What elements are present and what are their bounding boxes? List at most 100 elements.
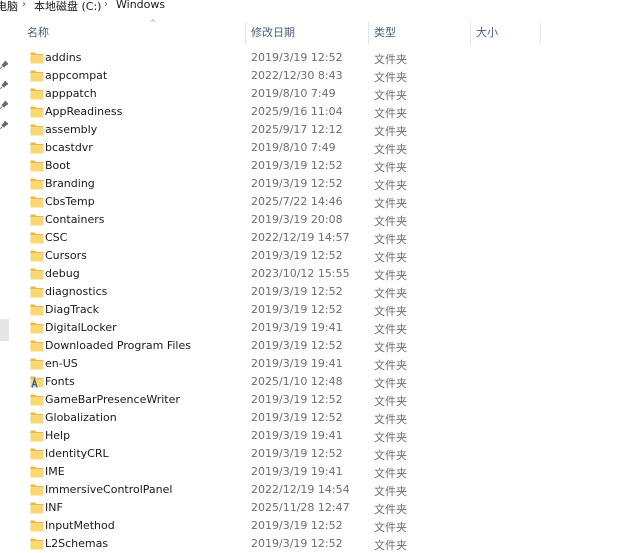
folder-icon bbox=[30, 51, 44, 64]
folder-icon bbox=[30, 537, 44, 550]
breadcrumb-this-pc[interactable]: 电脑 bbox=[0, 0, 18, 14]
file-type: 文件夹 bbox=[374, 467, 407, 480]
file-name: Fonts bbox=[45, 375, 75, 388]
file-row[interactable]: InputMethod 2019/3/19 12:52 文件夹 bbox=[22, 517, 640, 535]
file-modified-date: 2019/3/19 12:52 bbox=[251, 51, 343, 64]
file-row[interactable]: Downloaded Program Files 2019/3/19 12:52… bbox=[22, 337, 640, 355]
file-modified-date: 2025/11/28 12:47 bbox=[251, 501, 350, 514]
file-modified-date: 2025/7/22 14:46 bbox=[251, 195, 343, 208]
folder-icon bbox=[30, 501, 44, 514]
folder-icon bbox=[30, 123, 44, 136]
folder-icon bbox=[30, 303, 44, 316]
file-modified-date: 2019/3/19 12:52 bbox=[251, 177, 343, 190]
folder-icon bbox=[30, 519, 44, 532]
column-header-name[interactable]: 名称 bbox=[22, 20, 246, 46]
file-row[interactable]: L2Schemas 2019/3/19 12:52 文件夹 bbox=[22, 535, 640, 553]
folder-icon bbox=[30, 231, 44, 244]
file-row[interactable]: ImmersiveControlPanel 2022/12/19 14:54 文… bbox=[22, 481, 640, 499]
file-modified-date: 2019/3/19 12:52 bbox=[251, 519, 343, 532]
file-name: CSC bbox=[45, 231, 68, 244]
file-row[interactable]: INF 2025/11/28 12:47 文件夹 bbox=[22, 499, 640, 517]
folder-icon bbox=[30, 213, 44, 226]
file-name: en-US bbox=[45, 357, 78, 370]
file-row[interactable]: DiagTrack 2019/3/19 12:52 文件夹 bbox=[22, 301, 640, 319]
file-name: DigitalLocker bbox=[45, 321, 117, 334]
file-row[interactable]: Fonts 2025/1/10 12:48 文件夹 bbox=[22, 373, 640, 391]
folder-icon bbox=[30, 465, 44, 478]
file-row[interactable]: Boot 2019/3/19 12:52 文件夹 bbox=[22, 157, 640, 175]
file-row[interactable]: bcastdvr 2019/8/10 7:49 文件夹 bbox=[22, 139, 640, 157]
file-row[interactable]: IME 2019/3/19 19:41 文件夹 bbox=[22, 463, 640, 481]
file-name: ImmersiveControlPanel bbox=[45, 483, 173, 496]
file-modified-date: 2019/3/19 12:52 bbox=[251, 393, 343, 406]
file-row[interactable]: assembly 2025/9/17 12:12 文件夹 bbox=[22, 121, 640, 139]
pin-icon[interactable] bbox=[0, 121, 8, 129]
file-name: Downloaded Program Files bbox=[45, 339, 191, 352]
file-row[interactable]: Containers 2019/3/19 20:08 文件夹 bbox=[22, 211, 640, 229]
file-type: 文件夹 bbox=[374, 287, 407, 300]
file-name: Boot bbox=[45, 159, 71, 172]
folder-icon bbox=[30, 69, 44, 82]
file-modified-date: 2025/1/10 12:48 bbox=[251, 375, 343, 388]
file-type: 文件夹 bbox=[374, 71, 407, 84]
file-modified-date: 2019/3/19 19:41 bbox=[251, 429, 343, 442]
file-name: Cursors bbox=[45, 249, 87, 262]
file-modified-date: 2019/3/19 20:08 bbox=[251, 213, 343, 226]
file-name: addins bbox=[45, 51, 82, 64]
file-row[interactable]: apppatch 2019/8/10 7:49 文件夹 bbox=[22, 85, 640, 103]
folder-icon bbox=[30, 105, 44, 118]
file-modified-date: 2022/12/30 8:43 bbox=[251, 69, 343, 82]
file-type: 文件夹 bbox=[374, 179, 407, 192]
file-row[interactable]: CSC 2022/12/19 14:57 文件夹 bbox=[22, 229, 640, 247]
folder-icon bbox=[30, 87, 44, 100]
file-row[interactable]: Globalization 2019/3/19 12:52 文件夹 bbox=[22, 409, 640, 427]
file-row[interactable]: debug 2023/10/12 15:55 文件夹 bbox=[22, 265, 640, 283]
file-name: appcompat bbox=[45, 69, 108, 82]
breadcrumb-local-disk[interactable]: 本地磁盘 (C:) bbox=[34, 0, 101, 14]
file-name: Help bbox=[45, 429, 71, 442]
file-modified-date: 2025/9/16 11:04 bbox=[251, 105, 343, 118]
file-type: 文件夹 bbox=[374, 215, 407, 228]
file-row[interactable]: appcompat 2022/12/30 8:43 文件夹 bbox=[22, 67, 640, 85]
folder-icon bbox=[30, 177, 44, 190]
file-row[interactable]: CbsTemp 2025/7/22 14:46 文件夹 bbox=[22, 193, 640, 211]
file-modified-date: 2019/8/10 7:49 bbox=[251, 87, 336, 100]
file-name: assembly bbox=[45, 123, 98, 136]
file-modified-date: 2019/3/19 19:41 bbox=[251, 357, 343, 370]
file-type: 文件夹 bbox=[374, 395, 407, 408]
folder-icon bbox=[30, 357, 44, 370]
folder-icon bbox=[30, 339, 44, 352]
pin-icon[interactable] bbox=[0, 81, 8, 89]
breadcrumb-windows[interactable]: Windows bbox=[116, 0, 165, 11]
breadcrumb-separator: › bbox=[22, 0, 26, 10]
file-row[interactable]: diagnostics 2019/3/19 12:52 文件夹 bbox=[22, 283, 640, 301]
file-modified-date: 2019/3/19 12:52 bbox=[251, 537, 343, 550]
file-row[interactable]: addins 2019/3/19 12:52 文件夹 bbox=[22, 49, 640, 67]
nav-selection-highlight bbox=[0, 319, 9, 341]
file-row[interactable]: AppReadiness 2025/9/16 11:04 文件夹 bbox=[22, 103, 640, 121]
file-modified-date: 2019/3/19 12:52 bbox=[251, 447, 343, 460]
file-type: 文件夹 bbox=[374, 359, 407, 372]
file-name: Branding bbox=[45, 177, 95, 190]
file-modified-date: 2019/3/19 12:52 bbox=[251, 249, 343, 262]
file-row[interactable]: GameBarPresenceWriter 2019/3/19 12:52 文件… bbox=[22, 391, 640, 409]
file-modified-date: 2025/9/17 12:12 bbox=[251, 123, 343, 136]
file-name: INF bbox=[45, 501, 63, 514]
address-bar[interactable]: 电脑 › 本地磁盘 (C:) › Windows bbox=[0, 0, 640, 14]
file-row[interactable]: IdentityCRL 2019/3/19 12:52 文件夹 bbox=[22, 445, 640, 463]
column-header-size[interactable]: 大小 bbox=[471, 20, 541, 46]
file-row[interactable]: Branding 2019/3/19 12:52 文件夹 bbox=[22, 175, 640, 193]
file-name: apppatch bbox=[45, 87, 97, 100]
file-row[interactable]: Help 2019/3/19 19:41 文件夹 bbox=[22, 427, 640, 445]
file-type: 文件夹 bbox=[374, 305, 407, 318]
column-divider[interactable] bbox=[540, 22, 541, 44]
file-modified-date: 2019/3/19 19:41 bbox=[251, 465, 343, 478]
pin-icon[interactable] bbox=[0, 101, 8, 109]
file-row[interactable]: en-US 2019/3/19 19:41 文件夹 bbox=[22, 355, 640, 373]
file-row[interactable]: Cursors 2019/3/19 12:52 文件夹 bbox=[22, 247, 640, 265]
pin-icon[interactable] bbox=[0, 61, 8, 69]
file-row[interactable]: DigitalLocker 2019/3/19 19:41 文件夹 bbox=[22, 319, 640, 337]
column-header-date[interactable]: 修改日期 bbox=[246, 20, 369, 46]
file-type: 文件夹 bbox=[374, 539, 407, 552]
column-header-type[interactable]: 类型 bbox=[369, 20, 471, 46]
